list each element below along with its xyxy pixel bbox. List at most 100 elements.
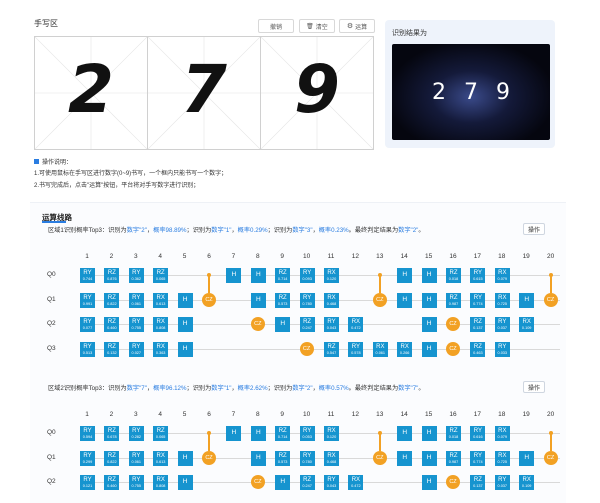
gate-ry[interactable]: RY 0.991: [80, 292, 95, 308]
handwriting-cell-3[interactable]: 9: [261, 37, 373, 149]
gate-h[interactable]: H: [421, 341, 437, 357]
clear-button[interactable]: 🗑 清空: [299, 19, 335, 33]
gate-rz[interactable]: RZ 0.137: [470, 317, 486, 332]
gate-rz[interactable]: RZ 0.987: [446, 450, 461, 466]
gate-rz[interactable]: RZ 0.018: [446, 268, 461, 283]
gate-h[interactable]: H: [226, 268, 242, 283]
gate-h[interactable]: H: [421, 317, 437, 332]
gate-rx[interactable]: RX 0.061: [372, 341, 388, 357]
gate-h[interactable]: H: [397, 292, 413, 308]
gate-ry[interactable]: RY 0.043: [324, 317, 339, 332]
handwriting-cell-1[interactable]: 2: [35, 37, 148, 149]
compute-button[interactable]: ⚙ 运算: [339, 19, 375, 33]
gate-rx[interactable]: RX 0.120: [324, 426, 339, 441]
cz-gate[interactable]: CZ: [543, 292, 558, 307]
gate-ry[interactable]: RY 0.037: [494, 475, 510, 490]
gate-ry[interactable]: RY 0.615: [470, 268, 486, 283]
gate-h[interactable]: H: [519, 450, 535, 466]
gate-rx[interactable]: RX 0.109: [519, 475, 535, 490]
cz-gate[interactable]: CZ: [446, 475, 460, 489]
gate-ry[interactable]: RY 0.043: [324, 475, 339, 490]
gate-ry[interactable]: RY 0.121: [80, 475, 95, 490]
cz-gate[interactable]: CZ: [372, 292, 387, 307]
gate-ry[interactable]: RY 0.061: [128, 292, 144, 308]
gate-ry[interactable]: RY 0.578: [348, 341, 364, 357]
gate-h[interactable]: H: [177, 450, 193, 466]
gate-rx[interactable]: RX 0.109: [519, 317, 535, 332]
gate-h[interactable]: H: [226, 426, 242, 441]
gate-h[interactable]: H: [397, 268, 413, 283]
gate-rz[interactable]: RZ 0.247: [299, 317, 315, 332]
gate-h[interactable]: H: [397, 426, 413, 441]
gate-rx[interactable]: RX 0.472: [348, 317, 364, 332]
gate-rz[interactable]: RZ 0.573: [275, 292, 291, 308]
cz-gate[interactable]: CZ: [250, 317, 265, 331]
gate-rz[interactable]: RZ 0.678: [104, 426, 120, 441]
gate-h[interactable]: H: [177, 475, 193, 490]
cz-gate[interactable]: CZ: [446, 317, 460, 331]
gate-rz[interactable]: RZ 0.065: [153, 426, 169, 441]
gate-rx[interactable]: RX 0.613: [153, 292, 169, 308]
gate-h[interactable]: H: [421, 450, 437, 466]
gate-rx[interactable]: RX 0.079: [494, 426, 510, 441]
gate-rz[interactable]: RZ 0.573: [275, 450, 291, 466]
gate-rz[interactable]: RZ 0.822: [104, 450, 120, 466]
gate-ry[interactable]: RY 0.594: [80, 426, 95, 441]
gate-rz[interactable]: RZ 0.132: [104, 341, 120, 357]
gate-ry[interactable]: RY 0.061: [128, 450, 144, 466]
cz-gate[interactable]: CZ: [250, 475, 265, 489]
gate-ry[interactable]: RY 0.033: [494, 341, 510, 357]
gate-h[interactable]: H: [250, 292, 266, 308]
gate-rz[interactable]: RZ 0.247: [299, 475, 315, 490]
gate-rz[interactable]: RZ 0.714: [275, 268, 291, 283]
gate-rx[interactable]: RX 0.468: [324, 450, 339, 466]
gate-h[interactable]: H: [177, 341, 193, 357]
gate-h[interactable]: H: [177, 292, 193, 308]
operate-button[interactable]: 操作: [523, 381, 545, 393]
gate-h[interactable]: H: [421, 292, 437, 308]
gate-rz[interactable]: RZ 0.018: [446, 426, 461, 441]
cz-gate[interactable]: CZ: [202, 450, 216, 465]
gate-rz[interactable]: RZ 0.137: [470, 475, 486, 490]
handwriting-canvas[interactable]: 2 7 9: [34, 36, 374, 150]
gate-ry[interactable]: RY 0.744: [80, 268, 95, 283]
gate-rz[interactable]: RZ 0.822: [104, 292, 120, 308]
gate-rz[interactable]: RZ 0.547: [324, 341, 339, 357]
gate-ry[interactable]: RY 0.037: [494, 317, 510, 332]
gate-rz[interactable]: RZ 0.065: [153, 268, 169, 283]
gate-ry[interactable]: RY 0.774: [470, 292, 486, 308]
gate-ry[interactable]: RY 0.027: [128, 341, 144, 357]
cz-gate[interactable]: CZ: [372, 450, 387, 465]
gate-h[interactable]: H: [519, 292, 535, 308]
gate-h[interactable]: H: [421, 426, 437, 441]
cz-gate[interactable]: CZ: [446, 341, 460, 356]
gate-rx[interactable]: RX 0.266: [397, 341, 413, 357]
gate-rz[interactable]: RZ 0.987: [446, 292, 461, 308]
gate-h[interactable]: H: [250, 426, 266, 441]
cz-gate[interactable]: CZ: [299, 341, 314, 356]
gate-h[interactable]: H: [250, 268, 266, 283]
gate-h[interactable]: H: [421, 268, 437, 283]
gate-ry[interactable]: RY 0.780: [299, 450, 315, 466]
handwriting-cell-2[interactable]: 7: [148, 37, 261, 149]
gate-h[interactable]: H: [275, 317, 291, 332]
gate-ry[interactable]: RY 0.755: [128, 475, 144, 490]
gate-rx[interactable]: RX 0.468: [324, 292, 339, 308]
gate-h[interactable]: H: [275, 475, 291, 490]
gate-rx[interactable]: RX 0.079: [494, 268, 510, 283]
cz-gate[interactable]: CZ: [202, 292, 216, 307]
gate-ry[interactable]: RY 0.513: [80, 341, 95, 357]
gate-ry[interactable]: RY 0.755: [128, 317, 144, 332]
gate-rx[interactable]: RX 0.808: [153, 317, 169, 332]
gate-ry[interactable]: RY 0.077: [80, 317, 95, 332]
gate-rx[interactable]: RX 0.725: [494, 450, 510, 466]
gate-rx[interactable]: RX 0.472: [348, 475, 364, 490]
gate-ry[interactable]: RY 0.362: [128, 268, 144, 283]
gate-h[interactable]: H: [177, 317, 193, 332]
gate-rz[interactable]: RZ 0.876: [104, 268, 120, 283]
gate-rx[interactable]: RX 0.363: [153, 341, 169, 357]
operate-button[interactable]: 操作: [523, 223, 545, 235]
undo-button[interactable]: 撤销: [258, 19, 294, 33]
gate-ry[interactable]: RY 0.093: [299, 268, 315, 283]
gate-ry[interactable]: RY 0.282: [128, 426, 144, 441]
